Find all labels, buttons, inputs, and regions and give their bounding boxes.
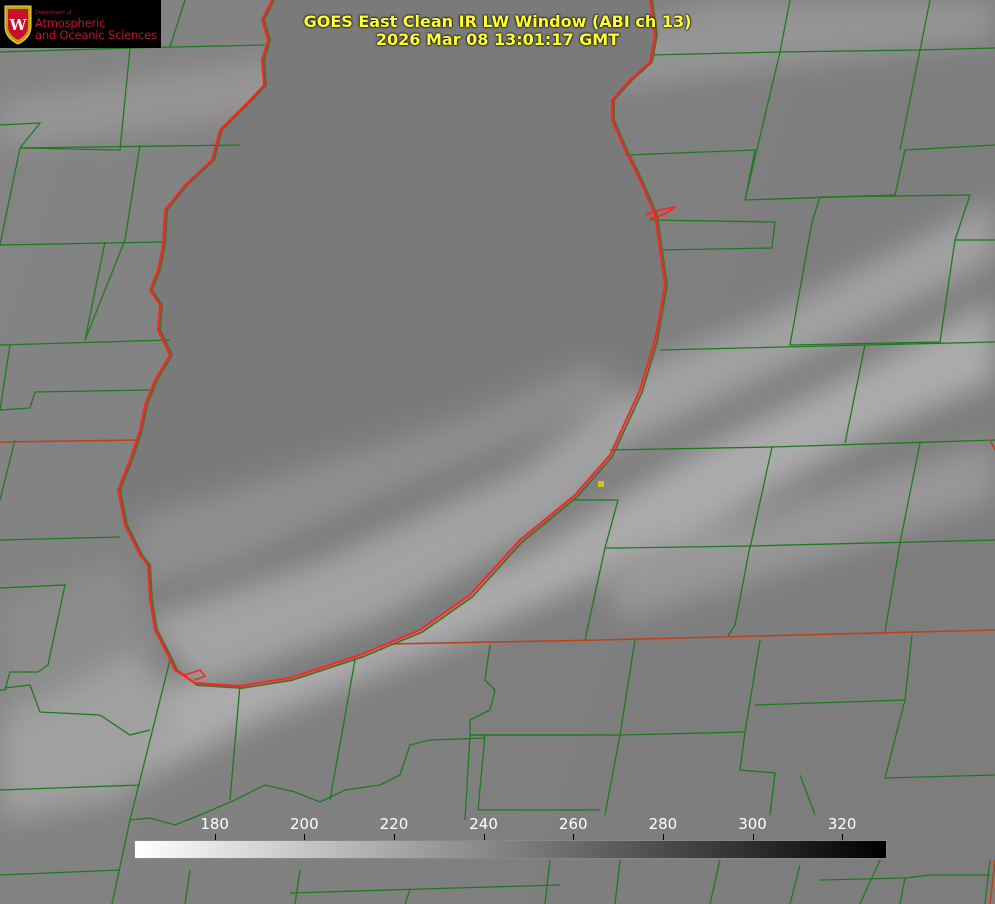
- colorbar-tick-label: 300: [738, 815, 767, 833]
- colorbar-tick: [304, 834, 306, 840]
- colorbar-tick-label: 320: [827, 815, 857, 833]
- colorbar-tick: [483, 834, 485, 840]
- colorbar-tick: [662, 834, 664, 840]
- colorbar-tick-label: 180: [200, 815, 229, 833]
- location-marker: [598, 481, 604, 487]
- colorbar-tick: [573, 834, 575, 840]
- colorbar-tick: [842, 834, 844, 840]
- colorbar-tick-label: 220: [379, 815, 409, 833]
- colorbar-tick: [393, 834, 395, 840]
- colorbar-tick-label: 200: [289, 815, 319, 833]
- colorbar-tick: [752, 834, 754, 840]
- colorbar-tick-label: 240: [469, 815, 498, 833]
- colorbar-tick-label: 260: [558, 815, 588, 833]
- colorbar: [134, 840, 887, 859]
- image-title: GOES East Clean IR LW Window (ABI ch 13): [303, 12, 692, 31]
- image-timestamp: 2026 Mar 08 13:01:17 GMT: [375, 30, 620, 49]
- colorbar-tick: [214, 834, 216, 840]
- colorbar-tick-label: 280: [648, 815, 678, 833]
- satellite-map: [0, 0, 995, 904]
